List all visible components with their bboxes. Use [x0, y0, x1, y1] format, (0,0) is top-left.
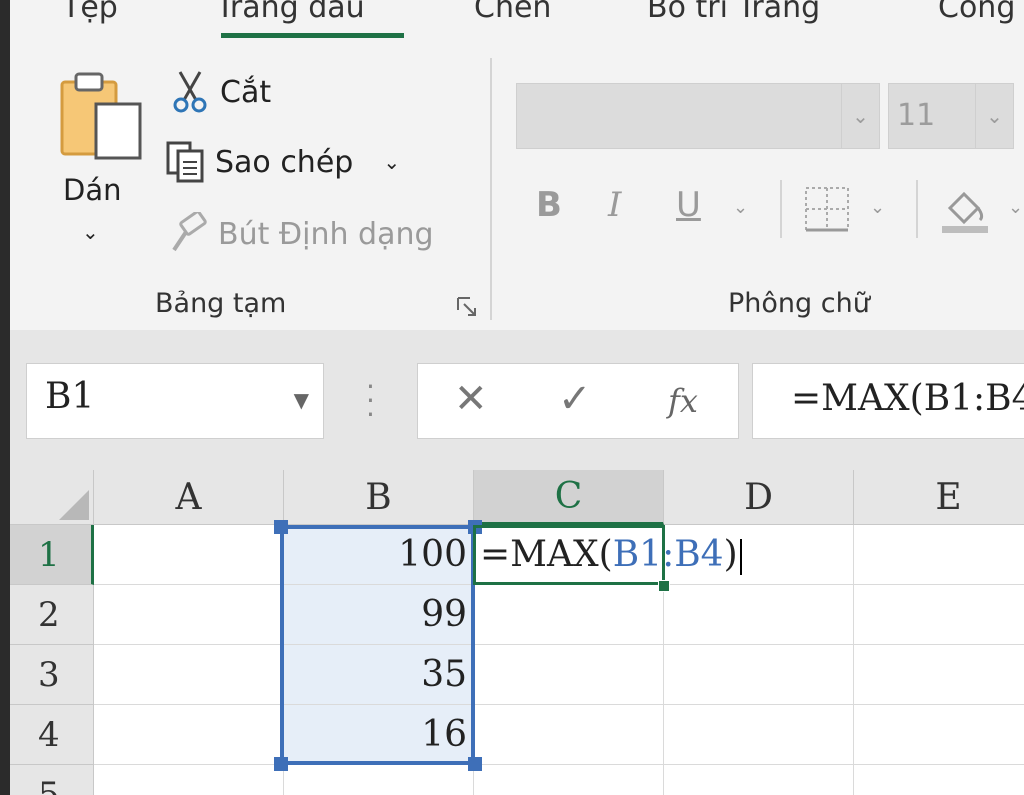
cell-b3[interactable]: 35 [284, 645, 474, 705]
underline-dropdown-icon[interactable]: ⌄ [733, 197, 748, 218]
cell-edit-text[interactable]: =MAX(B1:B4) [480, 534, 742, 575]
cell-d3[interactable] [664, 645, 854, 705]
cell-e2[interactable] [854, 585, 1024, 645]
italic-button[interactable]: I [608, 185, 621, 225]
cell-c3[interactable] [474, 645, 664, 705]
active-tab-indicator [221, 33, 404, 38]
paste-dropdown-icon[interactable]: ⌄ [82, 220, 99, 244]
font-name-select[interactable]: ⌄ [516, 83, 880, 149]
tab-home[interactable]: Trang đầu [216, 0, 365, 25]
copy-button[interactable]: Sao chép ⌄ [165, 140, 400, 184]
clipboard-group-label: Bảng tạm [155, 288, 287, 319]
row-header-3[interactable]: 3 [10, 645, 94, 705]
chevron-down-icon[interactable]: ⌄ [841, 84, 879, 148]
group-separator [490, 58, 492, 320]
chevron-down-icon[interactable]: ⌄ [975, 84, 1013, 148]
separator [780, 180, 782, 238]
cell-e3[interactable] [854, 645, 1024, 705]
fill-color-dropdown-icon[interactable]: ⌄ [1008, 197, 1023, 218]
font-size-value: 11 [897, 98, 936, 133]
dialog-launcher-icon[interactable] [456, 296, 478, 318]
format-painter-button[interactable]: Bút Định dạng [168, 212, 434, 256]
column-header-d[interactable]: D [664, 470, 854, 525]
row-header-4[interactable]: 4 [10, 705, 94, 765]
window-edge [0, 0, 10, 795]
range-handle[interactable] [274, 520, 288, 534]
name-box-value: B1 [45, 376, 95, 417]
cell-a1[interactable] [94, 525, 284, 585]
cell-c5[interactable] [474, 765, 664, 795]
cut-label: Cắt [220, 74, 272, 110]
name-box-dropdown-icon[interactable]: ▼ [294, 388, 309, 412]
cell-b5[interactable] [284, 765, 474, 795]
cell-e1[interactable] [854, 525, 1024, 585]
row-header-5[interactable]: 5 [10, 765, 94, 795]
formula-buttons: ✕ ✓ fx [417, 363, 739, 439]
worksheet-grid[interactable]: A B C D E 1 2 3 4 5 100 99 35 16 =MAX(B1… [10, 470, 1024, 795]
column-header-a[interactable]: A [94, 470, 284, 525]
name-box[interactable]: B1 ▼ [26, 363, 324, 439]
range-handle[interactable] [468, 757, 482, 771]
column-header-e[interactable]: E [854, 470, 1024, 525]
cell-d5[interactable] [664, 765, 854, 795]
tab-page-layout[interactable]: Bố trí Trang [647, 0, 820, 25]
formula-input[interactable]: =MAX(B1:B4 [752, 363, 1024, 439]
cell-a3[interactable] [94, 645, 284, 705]
separator [916, 180, 918, 238]
formula-text: =MAX(B1:B4 [791, 378, 1024, 419]
copy-dropdown-icon[interactable]: ⌄ [383, 150, 400, 174]
cell-e4[interactable] [854, 705, 1024, 765]
cell-a4[interactable] [94, 705, 284, 765]
borders-dropdown-icon[interactable]: ⌄ [870, 197, 885, 218]
paste-button[interactable]: Dán [63, 173, 121, 207]
row-header-2[interactable]: 2 [10, 585, 94, 645]
font-size-select[interactable]: 11 ⌄ [888, 83, 1014, 149]
select-all-button[interactable] [10, 470, 94, 525]
cell-b1[interactable]: 100 [284, 525, 474, 585]
tab-file[interactable]: Tệp [62, 0, 118, 25]
cell-b2[interactable]: 99 [284, 585, 474, 645]
cell-d2[interactable] [664, 585, 854, 645]
copy-label: Sao chép [215, 144, 354, 180]
cell-b4[interactable]: 16 [284, 705, 474, 765]
column-header-b[interactable]: B [284, 470, 474, 525]
cell-d4[interactable] [664, 705, 854, 765]
tab-insert[interactable]: Chèn [474, 0, 551, 25]
tab-formulas[interactable]: Công [938, 0, 1015, 25]
insert-function-icon[interactable]: fx [668, 382, 698, 420]
cell-e5[interactable] [854, 765, 1024, 795]
drag-handle-icon[interactable]: · · · [366, 373, 375, 429]
row-header-1[interactable]: 1 [10, 525, 94, 585]
ribbon: Tệp Trang đầu Chèn Bố trí Trang Công [10, 0, 1024, 330]
paste-icon[interactable] [58, 70, 144, 162]
cut-button[interactable]: Cắt [170, 70, 271, 114]
bold-button[interactable]: B [536, 185, 562, 225]
font-group-label: Phông chữ [728, 288, 870, 319]
text-caret [739, 539, 742, 575]
edit-suffix: ) [723, 534, 738, 575]
cell-c2[interactable] [474, 585, 664, 645]
scissors-icon [173, 71, 207, 113]
fill-handle[interactable] [658, 580, 670, 592]
fill-color-icon[interactable] [940, 186, 990, 234]
enter-icon[interactable]: ✓ [558, 376, 592, 422]
borders-icon[interactable] [803, 185, 851, 233]
cancel-icon[interactable]: ✕ [454, 376, 488, 422]
format-painter-label: Bút Định dạng [218, 216, 434, 252]
column-header-c[interactable]: C [474, 470, 664, 525]
cell-c4[interactable] [474, 705, 664, 765]
edit-range-reference: B1:B4 [612, 534, 724, 575]
format-painter-icon [172, 212, 207, 252]
edit-prefix: =MAX( [480, 534, 613, 575]
range-handle[interactable] [274, 757, 288, 771]
cell-a5[interactable] [94, 765, 284, 795]
copy-icon [166, 141, 204, 183]
underline-button[interactable]: U [676, 185, 701, 225]
cell-a2[interactable] [94, 585, 284, 645]
